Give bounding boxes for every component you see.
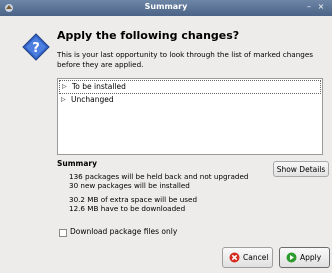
summary-line: 12.6 MB have to be downloaded (69, 204, 186, 213)
minimize-button[interactable]: – (304, 2, 314, 13)
download-only-checkbox[interactable] (59, 229, 67, 237)
download-only-label[interactable]: Download package files only (70, 227, 177, 236)
tree-item-to-be-installed[interactable]: ▷ To be installed (59, 80, 321, 94)
apply-label: Apply (300, 253, 322, 262)
changes-tree[interactable]: ▷ To be installed ▷ Unchanged (57, 78, 323, 155)
close-button[interactable]: × (316, 2, 326, 13)
summary-line: 30.2 MB of extra space will be used (69, 195, 198, 204)
cancel-label: Cancel (243, 253, 269, 262)
summary-line: 136 packages will be held back and not u… (69, 172, 249, 181)
apply-button[interactable]: Apply (279, 247, 330, 268)
tree-item-unchanged[interactable]: ▷ Unchanged (59, 94, 321, 106)
show-details-button[interactable]: Show Details (273, 161, 329, 177)
expander-icon[interactable]: ▷ (62, 81, 67, 93)
summary-line: 30 new packages will be installed (69, 181, 190, 190)
cancel-button[interactable]: Cancel (222, 247, 273, 268)
dialog-heading: Apply the following changes? (57, 29, 240, 42)
question-icon: ? (22, 33, 50, 61)
cancel-icon (229, 252, 240, 263)
tree-item-label: Unchanged (71, 95, 114, 104)
tree-item-label: To be installed (72, 82, 126, 91)
svg-text:?: ? (32, 41, 40, 56)
apply-icon (286, 252, 297, 263)
title-bar: Summary – × (0, 0, 332, 16)
dialog-description: This is your last opportunity to look th… (57, 50, 313, 69)
expander-icon[interactable]: ▷ (61, 94, 66, 106)
window-title: Summary (144, 2, 188, 11)
summary-title: Summary (57, 159, 98, 168)
